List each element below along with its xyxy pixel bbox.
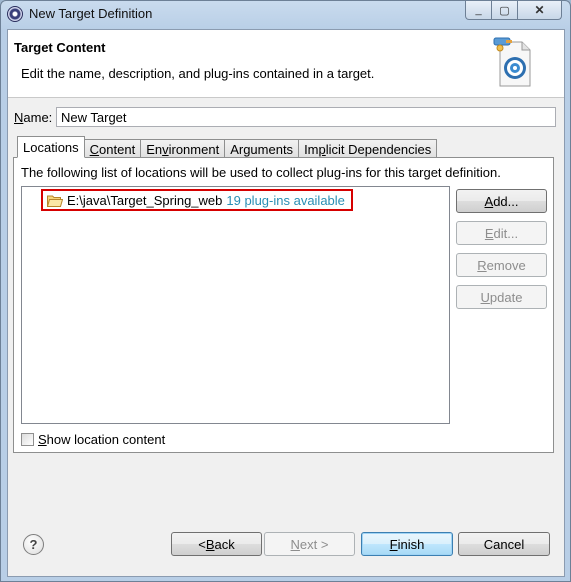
next-button[interactable]: Next > <box>264 532 355 556</box>
tab-implicit-dependencies[interactable]: Implicit Dependencies <box>298 139 438 158</box>
help-icon[interactable]: ? <box>23 534 44 555</box>
tab-bar: Locations Content Environment Arguments … <box>17 136 438 158</box>
minimize-icon: _ <box>475 4 482 16</box>
eclipse-icon <box>7 6 23 22</box>
remove-button[interactable]: Remove <box>456 253 547 277</box>
update-button[interactable]: Update <box>456 285 547 309</box>
tab-locations[interactable]: Locations <box>17 136 85 158</box>
back-button[interactable]: < Back <box>171 532 262 556</box>
close-icon: ✕ <box>534 3 545 17</box>
title-bar[interactable]: New Target Definition _ ▢ ✕ <box>1 1 570 27</box>
dialog-window: New Target Definition _ ▢ ✕ Target Conte… <box>0 0 571 582</box>
cancel-button[interactable]: Cancel <box>458 532 550 556</box>
list-item[interactable]: E:\java\Target_Spring_web 19 plug-ins av… <box>41 189 353 211</box>
name-label: Name: <box>14 110 53 125</box>
maximize-button[interactable]: ▢ <box>492 1 518 20</box>
window-controls: _ ▢ ✕ <box>465 1 562 20</box>
show-location-content-option[interactable]: Show location content <box>21 432 165 447</box>
location-status: 19 plug-ins available <box>226 192 345 208</box>
locations-list[interactable]: E:\java\Target_Spring_web 19 plug-ins av… <box>21 186 450 424</box>
tab-environment[interactable]: Environment <box>140 139 226 158</box>
add-button[interactable]: Add... <box>456 189 547 213</box>
tab-content[interactable]: Content <box>83 139 142 158</box>
location-path: E:\java\Target_Spring_web <box>67 192 223 208</box>
name-field[interactable] <box>56 107 556 127</box>
show-location-content-checkbox[interactable] <box>21 433 34 446</box>
window-title: New Target Definition <box>29 6 153 21</box>
dialog-client-area: Target Content Edit the name, descriptio… <box>7 29 565 577</box>
locations-panel: The following list of locations will be … <box>13 157 554 453</box>
target-definition-icon <box>493 37 531 87</box>
header-description: Edit the name, description, and plug-ins… <box>21 66 375 81</box>
edit-button[interactable]: Edit... <box>456 221 547 245</box>
close-button[interactable]: ✕ <box>518 1 562 20</box>
locations-description: The following list of locations will be … <box>21 165 501 180</box>
wizard-header: Target Content Edit the name, descriptio… <box>8 30 564 98</box>
finish-button[interactable]: Finish <box>361 532 453 556</box>
show-location-content-label: Show location content <box>38 432 166 447</box>
tab-arguments[interactable]: Arguments <box>224 139 300 158</box>
maximize-icon: ▢ <box>499 4 510 17</box>
folder-icon <box>47 195 63 207</box>
minimize-button[interactable]: _ <box>465 1 492 20</box>
header-title: Target Content <box>14 40 106 55</box>
